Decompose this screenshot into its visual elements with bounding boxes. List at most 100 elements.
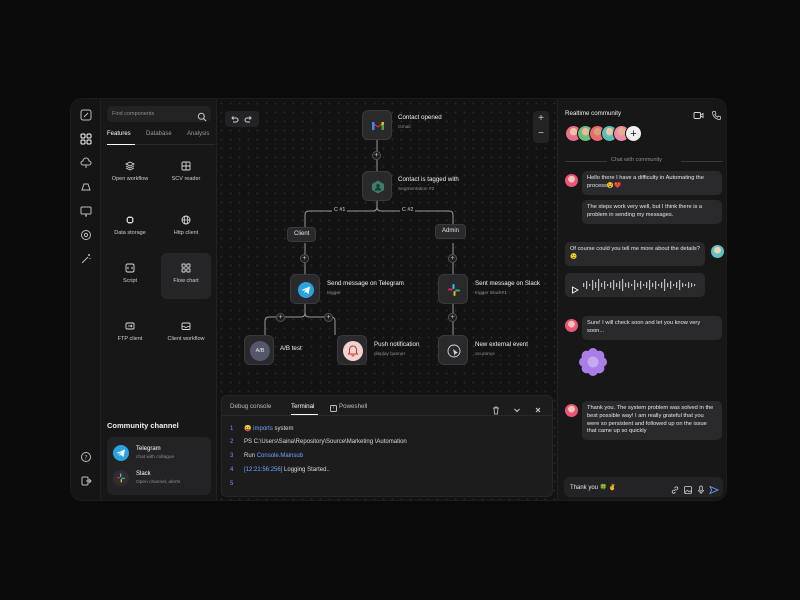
message-input[interactable]: Thank you 🍀 ✌️: [570, 484, 616, 491]
feature-open-workflow[interactable]: Open workflow: [105, 151, 155, 197]
active-tab-indicator: [291, 414, 318, 415]
image-icon[interactable]: [683, 482, 693, 494]
monitor-icon[interactable]: [80, 205, 92, 217]
logo-icon[interactable]: [80, 109, 92, 121]
feature-ftp-client[interactable]: FTP client: [105, 311, 155, 357]
cloud-icon[interactable]: [80, 157, 92, 169]
chevron-down-icon[interactable]: [512, 402, 522, 413]
feature-label: FTP client: [117, 336, 143, 342]
feature-script[interactable]: Script: [105, 253, 155, 299]
powershell-icon: ›: [330, 405, 337, 412]
search-icon[interactable]: [197, 109, 207, 122]
feature-label: Data storage: [114, 230, 146, 236]
feature-label: SCV reader: [171, 176, 201, 182]
play-icon[interactable]: [571, 281, 579, 294]
node-segmentation[interactable]: [362, 171, 392, 201]
avatar[interactable]: [565, 404, 578, 417]
components-sidebar: Features Database Analysis Open workflow…: [101, 99, 217, 500]
message-incoming: The steps work very well, but I think th…: [582, 200, 722, 224]
video-call-icon[interactable]: [693, 108, 704, 119]
search-box: [107, 106, 211, 122]
send-icon[interactable]: [709, 482, 719, 495]
add-step-button[interactable]: +: [276, 313, 285, 322]
message-composer[interactable]: Thank you 🍀 ✌️: [564, 477, 723, 497]
feature-data-storage[interactable]: Data storage: [105, 205, 155, 251]
globe-icon: [181, 215, 191, 225]
node-telegram[interactable]: [290, 274, 320, 304]
channel-desc: Open channel, alerts: [136, 480, 181, 485]
node-push-title: Push notification: [374, 341, 420, 348]
add-step-button[interactable]: +: [372, 151, 381, 160]
node-slack-subtitle: trigger Slack#1: [475, 291, 507, 296]
phone-icon[interactable]: [711, 108, 722, 120]
feature-label: Http client: [173, 230, 199, 236]
ab-test-badge: A/B: [250, 341, 270, 361]
node-ab-test[interactable]: A/B: [244, 335, 274, 365]
layers-icon: [125, 161, 135, 171]
close-icon[interactable]: [533, 402, 543, 413]
avatar[interactable]: [711, 245, 724, 258]
tab-powershell[interactable]: › Poweshell: [330, 403, 367, 412]
flower-sticker-icon: [578, 347, 608, 377]
microphone-icon[interactable]: [696, 482, 706, 494]
node-slack[interactable]: [438, 274, 468, 304]
settings-icon[interactable]: [80, 229, 92, 241]
storage-icon[interactable]: [80, 181, 92, 193]
inbox-icon: [181, 321, 191, 331]
add-step-button[interactable]: +: [448, 254, 457, 263]
node-slack-title: Sent message on Slack: [475, 280, 541, 287]
help-icon[interactable]: ?: [80, 451, 92, 463]
tab-analysis[interactable]: Analysis: [187, 131, 209, 137]
branch-admin[interactable]: Admin: [435, 224, 467, 239]
message-incoming: Thank you. The system problem was solved…: [582, 401, 722, 441]
console-line[interactable]: 5: [230, 481, 244, 487]
channel-slack[interactable]: Slack Open channel, alerts: [113, 469, 207, 489]
feature-flow-chart[interactable]: Flow chart: [161, 253, 211, 299]
icon-rail: ?: [71, 99, 101, 500]
node-external-event[interactable]: [438, 335, 468, 365]
branch-client[interactable]: Client: [287, 227, 317, 242]
channel-telegram[interactable]: Telegram chat with collague: [113, 444, 207, 464]
console-line: 4 [12:21:56:256] Logging Started..: [230, 467, 330, 473]
voice-message[interactable]: [565, 273, 705, 297]
slack-icon: [113, 470, 129, 486]
logout-icon[interactable]: [80, 475, 92, 487]
node-segmentation-title: Contact is tagged with: [398, 176, 459, 183]
add-step-button[interactable]: +: [300, 254, 309, 263]
add-step-button[interactable]: +: [324, 313, 333, 322]
avatar[interactable]: [565, 174, 578, 187]
tab-debug-console[interactable]: Debug console: [230, 403, 271, 410]
feature-scv-reader[interactable]: SCV reader: [161, 151, 211, 197]
tab-features[interactable]: Features: [107, 131, 131, 137]
chip-icon: [125, 215, 135, 225]
node-gmail-title: Contact opened: [398, 114, 442, 121]
code-icon: [125, 263, 135, 273]
branch-label-c2: C #2: [400, 207, 416, 213]
link-icon[interactable]: [670, 482, 680, 494]
add-step-button[interactable]: +: [448, 313, 457, 322]
magic-wand-icon[interactable]: [80, 253, 92, 265]
avatar[interactable]: [565, 319, 578, 332]
flow-canvas[interactable]: + − Contact opened Gmail + Contact is ta…: [217, 99, 557, 500]
grid-table-icon: [181, 161, 191, 171]
telegram-icon: [113, 445, 129, 461]
search-input[interactable]: [107, 106, 197, 122]
node-external-subtitle: ocurance: [475, 352, 495, 357]
bell-icon: [343, 341, 363, 361]
tab-database[interactable]: Database: [146, 131, 172, 137]
feature-client-workflow[interactable]: Client workflow: [161, 311, 211, 357]
node-gmail[interactable]: [362, 110, 392, 140]
tab-terminal[interactable]: Terminal: [291, 403, 314, 410]
add-member-button[interactable]: +: [625, 125, 642, 142]
node-push[interactable]: [337, 335, 367, 365]
apps-icon[interactable]: [80, 133, 92, 145]
cursor-click-icon: [444, 341, 464, 361]
console-tabs: Debug console Terminal › Poweshell: [222, 396, 552, 416]
node-gmail-subtitle: Gmail: [398, 125, 411, 130]
node-ab-title: A/B test: [280, 345, 302, 352]
waveform: [583, 279, 696, 291]
trash-icon[interactable]: [491, 402, 501, 415]
segment-icon: [370, 179, 386, 195]
feature-http-client[interactable]: Http client: [161, 205, 211, 251]
community-channels: Telegram chat with collague Slack Open c…: [107, 437, 211, 495]
